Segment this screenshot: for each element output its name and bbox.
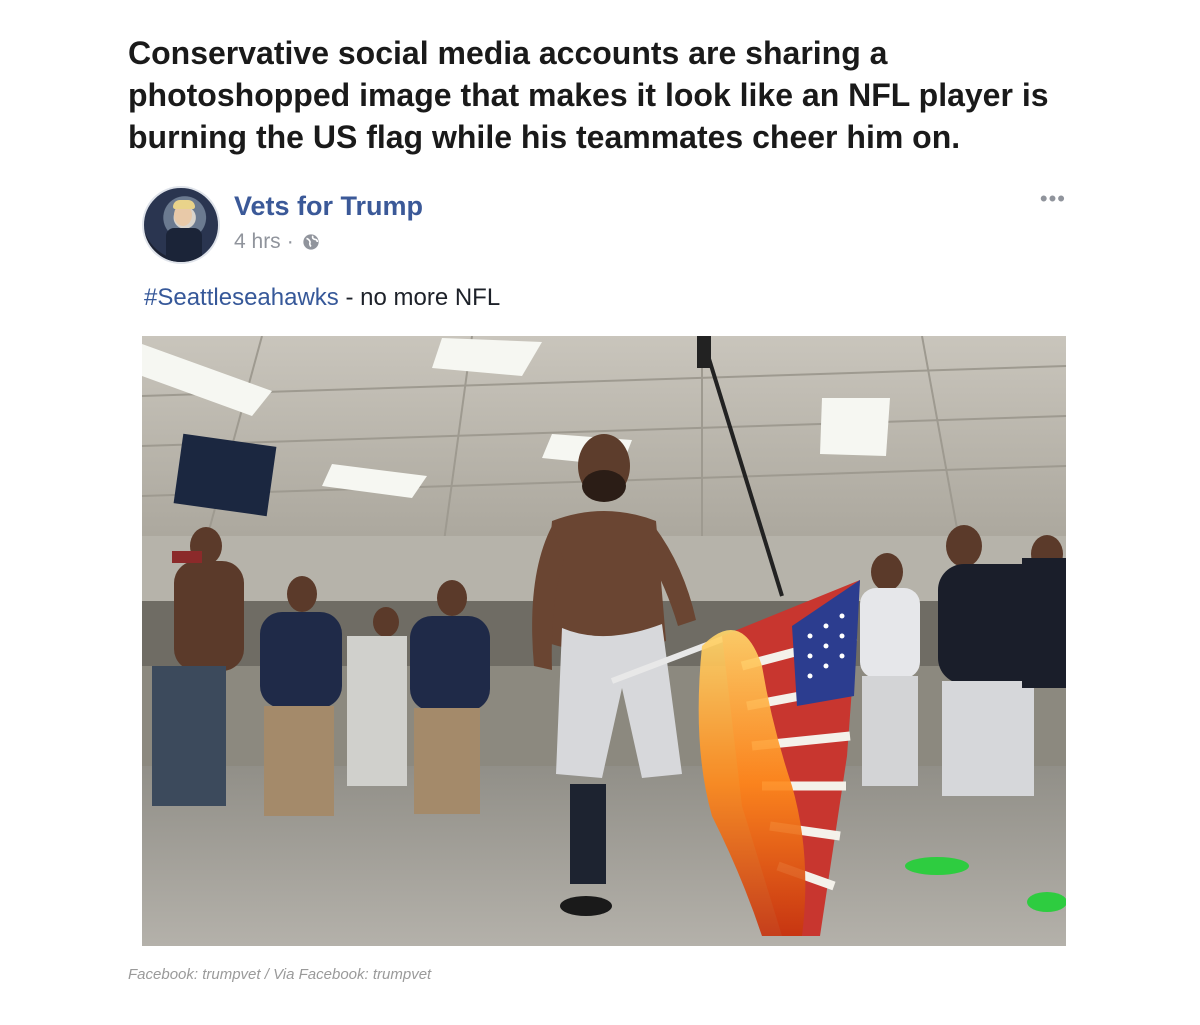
facebook-post: Vets for Trump 4 hrs · ••• #Seattleseaha…	[128, 180, 1078, 955]
post-timestamp[interactable]: 4 hrs	[234, 230, 281, 254]
page-avatar[interactable]	[142, 186, 220, 264]
hashtag-link[interactable]: #Seattleseahawks	[144, 284, 339, 311]
article-headline: Conservative social media accounts are s…	[128, 35, 1049, 155]
page-name-link[interactable]: Vets for Trump	[234, 191, 423, 222]
post-photo[interactable]	[142, 336, 1066, 946]
meta-separator: ·	[286, 230, 294, 253]
post-text: - no more NFL	[338, 284, 501, 311]
post-meta: 4 hrs ·	[234, 230, 320, 254]
locker-room-image	[142, 336, 1066, 946]
post-message: #Seattleseahawks - no more NFL	[144, 284, 500, 312]
image-credit: Facebook: trumpvet / Via Facebook: trump…	[128, 966, 432, 983]
ellipsis-icon[interactable]: •••	[1040, 188, 1066, 210]
globe-icon	[303, 234, 319, 250]
